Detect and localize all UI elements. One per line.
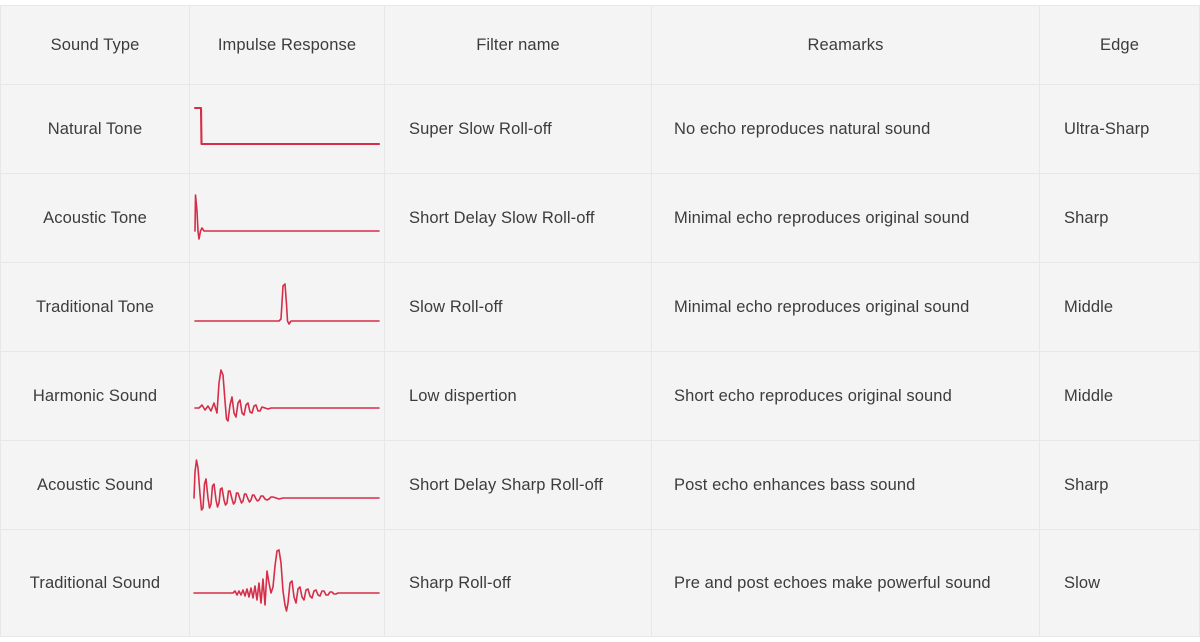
cell-sound-type: Traditional Sound — [0, 530, 190, 637]
cell-sound-type: Traditional Tone — [0, 263, 190, 352]
short-delay-sharp-rolloff-waveform — [193, 459, 380, 511]
cell-impulse-response — [190, 441, 385, 530]
cell-remarks: Post echo enhances bass sound — [652, 441, 1040, 530]
cell-edge: Sharp — [1040, 441, 1200, 530]
table-row: Harmonic Sound Low dispertion Short echo… — [0, 352, 1200, 441]
slow-rolloff-waveform — [194, 283, 380, 325]
table-row: Acoustic Tone Short Delay Slow Roll-off … — [0, 174, 1200, 263]
cell-edge: Middle — [1040, 263, 1200, 352]
cell-impulse-response — [190, 530, 385, 637]
cell-filter-name: Slow Roll-off — [385, 263, 652, 352]
cell-edge: Ultra-Sharp — [1040, 85, 1200, 174]
cell-sound-type: Harmonic Sound — [0, 352, 190, 441]
table-row: Traditional Tone Slow Roll-off Minimal e… — [0, 263, 1200, 352]
table-row: Traditional Sound Sharp Roll-off Pre and… — [0, 530, 1200, 637]
cell-impulse-response — [190, 263, 385, 352]
cell-impulse-response — [190, 85, 385, 174]
cell-remarks: No echo reproduces natural sound — [652, 85, 1040, 174]
short-delay-slow-rolloff-waveform — [194, 194, 380, 240]
table-body: Natural Tone Super Slow Roll-off No echo… — [0, 85, 1200, 637]
cell-remarks: Short echo reproduces original sound — [652, 352, 1040, 441]
cell-remarks: Minimal echo reproduces original sound — [652, 263, 1040, 352]
table-header: Sound Type Impulse Response Filter name … — [0, 5, 1200, 85]
cell-remarks: Pre and post echoes make powerful sound — [652, 530, 1040, 637]
header-edge: Edge — [1040, 5, 1200, 85]
cell-edge: Slow — [1040, 530, 1200, 637]
cell-remarks: Minimal echo reproduces original sound — [652, 174, 1040, 263]
header-remarks: Reamarks — [652, 5, 1040, 85]
header-sound-type: Sound Type — [0, 5, 190, 85]
table-row: Acoustic Sound Short Delay Sharp Roll-of… — [0, 441, 1200, 530]
cell-edge: Middle — [1040, 352, 1200, 441]
sharp-rolloff-waveform — [193, 549, 380, 612]
cell-impulse-response — [190, 352, 385, 441]
cell-filter-name: Short Delay Sharp Roll-off — [385, 441, 652, 530]
table-row: Natural Tone Super Slow Roll-off No echo… — [0, 85, 1200, 174]
impulse-response-spec-table: Sound Type Impulse Response Filter name … — [0, 5, 1200, 637]
cell-filter-name: Super Slow Roll-off — [385, 85, 652, 174]
cell-filter-name: Short Delay Slow Roll-off — [385, 174, 652, 263]
table-header-row: Sound Type Impulse Response Filter name … — [0, 5, 1200, 85]
step-brickwall-waveform — [193, 106, 381, 146]
cell-edge: Sharp — [1040, 174, 1200, 263]
header-filter-name: Filter name — [385, 5, 652, 85]
cell-sound-type: Acoustic Sound — [0, 441, 190, 530]
cell-filter-name: Low dispertion — [385, 352, 652, 441]
header-impulse-response: Impulse Response — [190, 5, 385, 85]
cell-impulse-response — [190, 174, 385, 263]
impulse-response-spec-table-container: Sound Type Impulse Response Filter name … — [0, 0, 1200, 642]
cell-sound-type: Natural Tone — [0, 85, 190, 174]
cell-filter-name: Sharp Roll-off — [385, 530, 652, 637]
cell-sound-type: Acoustic Tone — [0, 174, 190, 263]
low-dispersion-waveform — [194, 369, 380, 422]
